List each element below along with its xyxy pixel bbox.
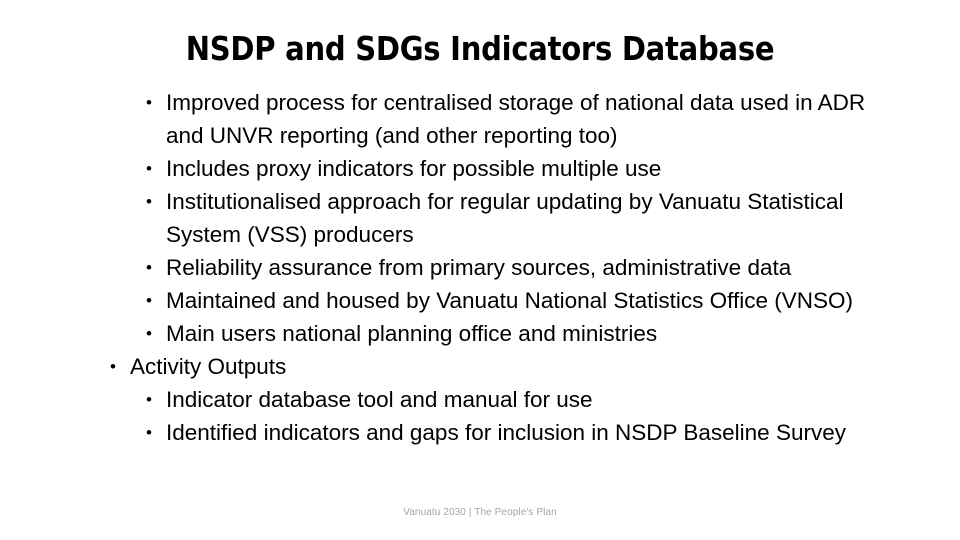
- bullet-line-continuation: System (VSS) producers: [0, 218, 960, 251]
- bullet-dot-icon: •: [146, 258, 152, 277]
- bullet-text: Institutionalised approach for regular u…: [166, 189, 844, 214]
- bullet-dot-icon: •: [146, 423, 152, 442]
- sub-bullet-line: • Identified indicators and gaps for inc…: [0, 416, 960, 449]
- bullet-text: Maintained and housed by Vanuatu Nationa…: [166, 288, 854, 313]
- bullet-text: Main users national planning office and …: [166, 321, 658, 346]
- bullet-text: and UNVR reporting (and other reporting …: [166, 123, 618, 148]
- sub-bullet-line: • Indicator database tool and manual for…: [0, 383, 960, 416]
- bullet-line: • Maintained and housed by Vanuatu Natio…: [0, 284, 960, 317]
- bullet-text: System (VSS) producers: [166, 222, 414, 247]
- bullet-dot-icon: •: [146, 291, 152, 310]
- bullet-dot-icon: •: [146, 159, 152, 178]
- bullet-line-activity-outputs: • Activity Outputs: [0, 350, 960, 383]
- bullet-text: Includes proxy indicators for possible m…: [166, 156, 662, 181]
- bullet-text: Identified indicators and gaps for inclu…: [166, 420, 846, 445]
- bullet-line-continuation: and UNVR reporting (and other reporting …: [0, 119, 960, 152]
- bullet-dot-icon: •: [146, 390, 152, 409]
- slide-title: NSDP and SDGs Indicators Database: [185, 29, 775, 68]
- bullet-text: Improved process for centralised storage…: [166, 90, 866, 115]
- presentation-slide: NSDP and SDGs Indicators Database • Impr…: [0, 0, 960, 540]
- slide-footer: Vanuatu 2030 | The People's Plan: [403, 507, 557, 518]
- bullet-line: • Includes proxy indicators for possible…: [0, 152, 960, 185]
- bullet-line: • Institutionalised approach for regular…: [0, 185, 960, 218]
- bullet-line: • Improved process for centralised stora…: [0, 86, 960, 119]
- bullet-dot-icon: •: [146, 192, 152, 211]
- slide-body: • Improved process for centralised stora…: [0, 86, 960, 449]
- bullet-text: Indicator database tool and manual for u…: [166, 387, 593, 412]
- bullet-dot-icon: •: [146, 93, 152, 112]
- bullet-line: • Main users national planning office an…: [0, 317, 960, 350]
- bullet-line: • Reliability assurance from primary sou…: [0, 251, 960, 284]
- bullet-text: Activity Outputs: [130, 354, 287, 379]
- bullet-text: Reliability assurance from primary sourc…: [166, 255, 792, 280]
- bullet-dot-icon: •: [110, 357, 116, 376]
- bullet-dot-icon: •: [146, 324, 152, 343]
